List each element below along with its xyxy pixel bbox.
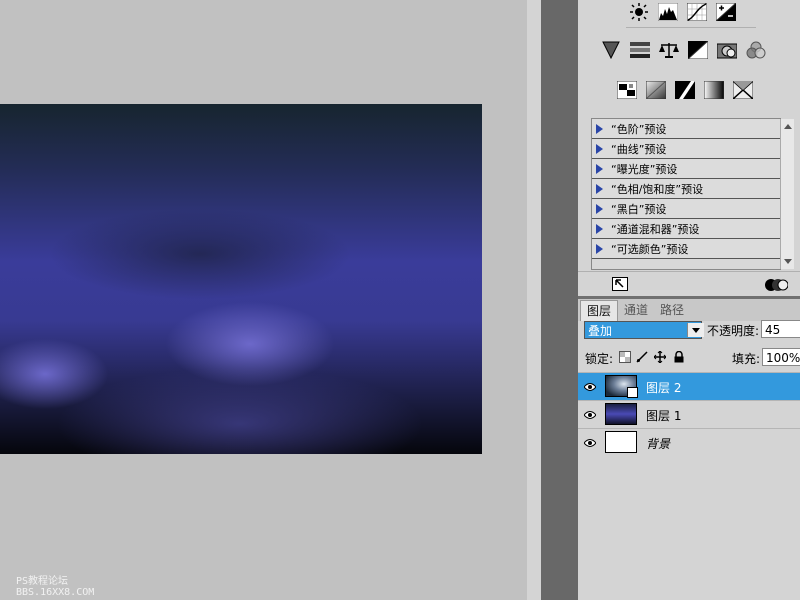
channel-mixer-icon[interactable] xyxy=(745,40,767,60)
levels-icon[interactable] xyxy=(657,2,679,22)
watermark-line2: BBS.16XX8.COM xyxy=(16,587,95,598)
layer-name[interactable]: 图层 1 xyxy=(646,407,681,424)
visibility-toggle[interactable] xyxy=(580,405,600,425)
gradient-map-icon[interactable] xyxy=(703,80,725,100)
black-white-icon[interactable] xyxy=(687,40,709,60)
lock-row: 锁定: 填充: 100% xyxy=(578,346,800,370)
preset-black-white[interactable]: “黑白”预设 xyxy=(592,199,780,219)
watermark: PS教程论坛 BBS.16XX8.COM xyxy=(16,576,94,598)
expand-triangle-icon[interactable] xyxy=(596,223,603,234)
preset-selective-color[interactable]: “可选颜色”预设 xyxy=(592,239,780,259)
lock-transparent-icon[interactable] xyxy=(619,351,631,363)
color-balance-icon[interactable] xyxy=(658,40,680,60)
exposure-icon[interactable] xyxy=(715,2,737,22)
scroll-down-icon[interactable] xyxy=(784,259,792,264)
expand-triangle-icon[interactable] xyxy=(596,123,603,134)
chevron-down-icon[interactable] xyxy=(687,323,704,337)
posterize-icon[interactable] xyxy=(645,80,667,100)
layer-thumbnail[interactable] xyxy=(605,403,637,425)
expand-triangle-icon[interactable] xyxy=(596,143,603,154)
expand-triangle-icon[interactable] xyxy=(596,183,603,194)
adjustment-row-2 xyxy=(600,40,767,60)
preset-label: “色阶”预设 xyxy=(611,122,667,136)
threshold-icon[interactable] xyxy=(674,80,696,100)
opacity-label: 不透明度: xyxy=(707,324,760,338)
opacity-input[interactable]: 45 xyxy=(761,320,800,338)
invert-icon[interactable] xyxy=(616,80,638,100)
preset-label: “通道混和器”预设 xyxy=(611,222,700,236)
blend-mode-row: 叠加 不透明度: 45 xyxy=(578,318,800,344)
preset-scrollbar[interactable] xyxy=(780,119,794,269)
layer-name[interactable]: 图层 2 xyxy=(646,379,681,396)
expand-triangle-icon[interactable] xyxy=(596,243,603,254)
preset-label: “可选颜色”预设 xyxy=(611,242,689,256)
layer-row-background[interactable]: 背景 xyxy=(578,428,800,457)
clip-to-layer-icon[interactable] xyxy=(764,278,788,292)
preset-label: “色相/饱和度”预设 xyxy=(611,182,704,196)
adjustments-footer xyxy=(578,271,800,296)
preset-hue-saturation[interactable]: “色相/饱和度”预设 xyxy=(592,179,780,199)
eye-icon[interactable] xyxy=(584,382,596,392)
lock-image-icon[interactable] xyxy=(636,351,648,363)
adjustment-row-3 xyxy=(616,80,754,100)
canvas-area[interactable]: PS教程论坛 BBS.16XX8.COM xyxy=(0,0,527,600)
panel-dock-strip xyxy=(541,0,578,600)
visibility-toggle[interactable] xyxy=(580,433,600,453)
layer-thumbnail[interactable] xyxy=(605,431,637,453)
preset-label: “黑白”预设 xyxy=(611,202,667,216)
expand-triangle-icon[interactable] xyxy=(596,163,603,174)
eye-icon[interactable] xyxy=(584,410,596,420)
lock-position-icon[interactable] xyxy=(654,351,666,363)
return-to-list-icon[interactable] xyxy=(612,277,628,291)
document-image[interactable] xyxy=(0,104,482,454)
scroll-up-icon[interactable] xyxy=(784,124,792,129)
vibrance-icon[interactable] xyxy=(600,40,622,60)
expand-triangle-icon[interactable] xyxy=(596,203,603,214)
blend-mode-value: 叠加 xyxy=(588,324,613,338)
brightness-contrast-icon[interactable] xyxy=(628,2,650,22)
tab-channels[interactable]: 通道 xyxy=(618,300,654,320)
preset-label: “曲线”预设 xyxy=(611,142,667,156)
adjustment-row-1 xyxy=(628,2,737,22)
preset-levels[interactable]: “色阶”预设 xyxy=(592,119,780,139)
adjustment-preset-list: “色阶”预设 “曲线”预设 “曝光度”预设 “色相/饱和度”预设 “黑白”预设 … xyxy=(591,118,794,270)
blend-mode-select[interactable]: 叠加 xyxy=(584,321,704,339)
lock-label: 锁定: xyxy=(585,352,614,366)
watermark-line1: PS教程论坛 xyxy=(16,576,69,587)
preset-curves[interactable]: “曲线”预设 xyxy=(592,139,780,159)
layer-row-layer1[interactable]: 图层 1 xyxy=(578,400,800,429)
preset-exposure[interactable]: “曝光度”预设 xyxy=(592,159,780,179)
layer-mask-link-icon xyxy=(627,387,638,398)
layer-name[interactable]: 背景 xyxy=(646,435,670,452)
tab-paths[interactable]: 路径 xyxy=(654,300,690,320)
curves-icon[interactable] xyxy=(686,2,708,22)
eye-icon[interactable] xyxy=(584,438,596,448)
selective-color-icon[interactable] xyxy=(732,80,754,100)
adjustments-panel: “色阶”预设 “曲线”预设 “曝光度”预设 “色相/饱和度”预设 “黑白”预设 … xyxy=(578,0,800,600)
row-divider xyxy=(626,27,756,28)
visibility-toggle[interactable] xyxy=(580,377,600,397)
lock-all-icon[interactable] xyxy=(673,351,685,363)
preset-channel-mixer[interactable]: “通道混和器”预设 xyxy=(592,219,780,239)
photo-filter-icon[interactable] xyxy=(716,40,738,60)
fill-label: 填充: xyxy=(732,352,761,366)
hue-saturation-icon[interactable] xyxy=(629,40,651,60)
fill-input[interactable]: 100% xyxy=(762,348,800,366)
preset-label: “曝光度”预设 xyxy=(611,162,678,176)
layer-row-layer2[interactable]: 图层 2 xyxy=(578,372,800,401)
panel-separator xyxy=(527,0,541,600)
